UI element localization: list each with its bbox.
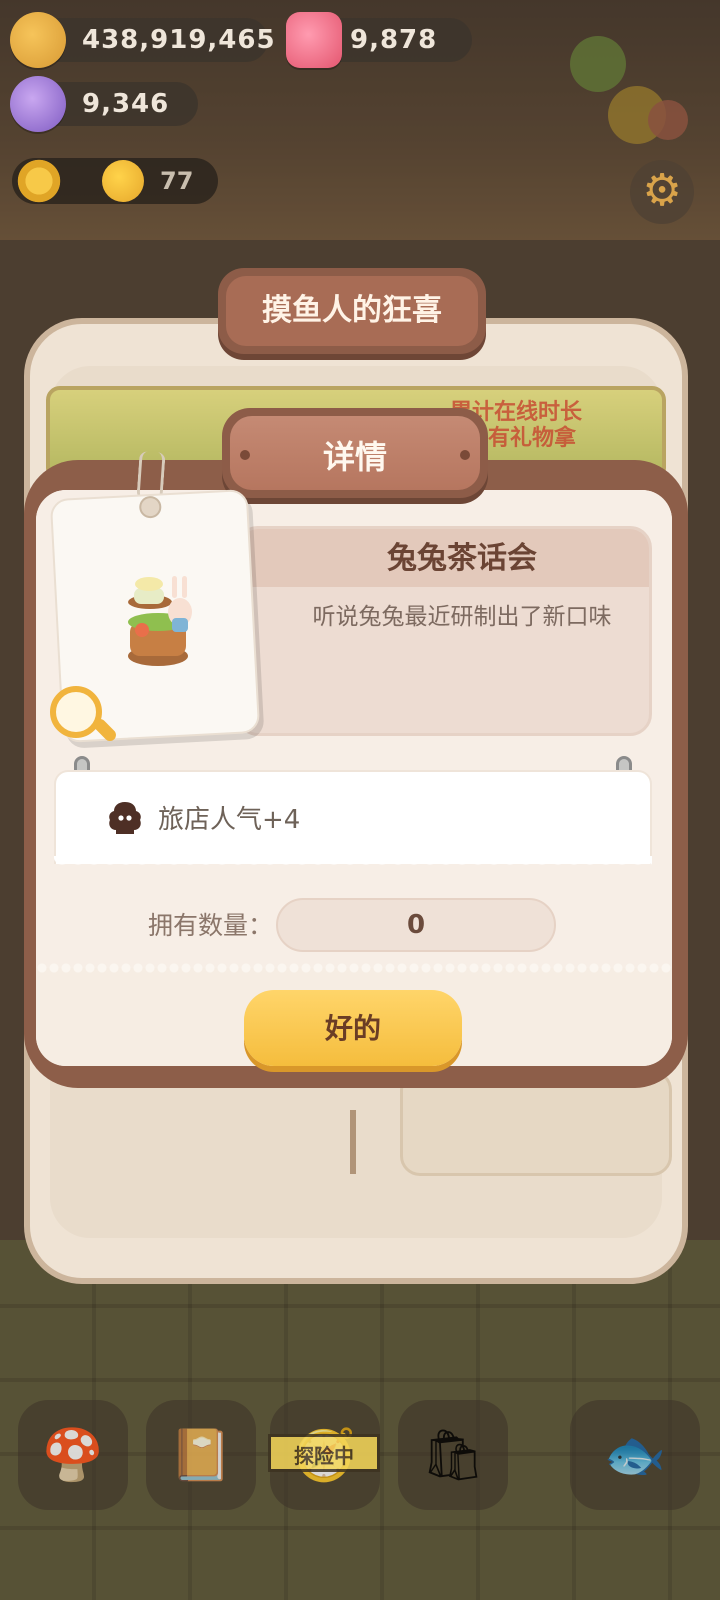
effect-text: 旅店人气+4 [158, 805, 301, 835]
tag-hole [138, 495, 162, 519]
mushroom-house-icon: 🍄 [41, 1426, 105, 1484]
item-name: 兔兔茶话会 [387, 541, 537, 576]
details-title: 详情 [322, 438, 387, 476]
nav-bag-button[interactable]: 🛍 [398, 1400, 508, 1510]
coin-counter[interactable]: 438,919,465 [10, 12, 275, 68]
level-value: 77 [160, 167, 194, 195]
quantity-value: 0 [276, 898, 556, 952]
nav-fishing-button[interactable]: 🐟 [570, 1400, 700, 1510]
magnifier-icon[interactable] [50, 686, 102, 738]
item-info-box: 兔兔茶话会 听说兔兔最近研制出了新口味 [236, 526, 652, 736]
settings-gear-icon[interactable]: ⚙ [630, 160, 694, 224]
gem-amount: 9,878 [350, 25, 438, 55]
event-pole [350, 1110, 356, 1174]
coin-amount: 438,919,465 [82, 25, 276, 55]
nav-shop-button[interactable]: 🍄 [18, 1400, 128, 1510]
bunny-tea-party-icon [128, 576, 192, 666]
cookie-coin-icon [10, 12, 66, 68]
quantity-label: 拥有数量： [148, 911, 274, 940]
event-title: 摸鱼人的狂喜 [262, 293, 442, 328]
sun-icon [12, 154, 66, 208]
chick-icon [102, 160, 144, 202]
gift-bag-icon: 🛍 [421, 1426, 485, 1484]
notebook-icon: 📔 [169, 1426, 233, 1484]
gem-counter[interactable]: 9,878 [286, 12, 472, 68]
item-description: 听说兔兔最近研制出了新口味 [312, 604, 612, 630]
effect-box-torn-edge [54, 856, 652, 870]
candy-counter[interactable]: 9,346 [10, 76, 198, 132]
explore-status-tag: 探险中 [268, 1434, 380, 1472]
popularity-level[interactable]: 77 [12, 154, 218, 208]
nav-recipe-button[interactable]: 📔 [146, 1400, 256, 1510]
candy-icon [10, 76, 66, 132]
popularity-icon [109, 802, 141, 834]
ok-button[interactable]: 好的 [244, 990, 462, 1066]
fish-character-icon: 🐟 [603, 1426, 667, 1484]
pink-gem-icon [286, 12, 342, 68]
effect-box [54, 770, 652, 864]
candy-amount: 9,346 [82, 89, 170, 119]
